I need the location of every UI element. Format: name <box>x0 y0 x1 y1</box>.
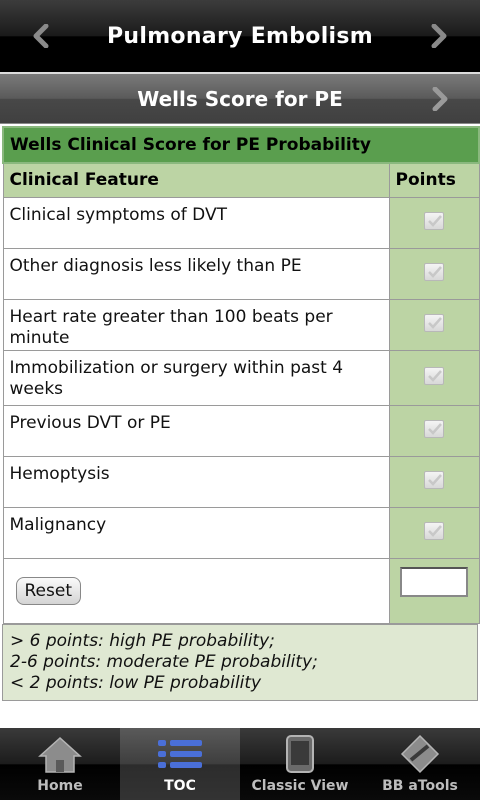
wells-score-table: Wells Clinical Score for PE Probability … <box>1 126 480 624</box>
tab-bb-atools[interactable]: BB aTools <box>360 728 480 800</box>
checkbox[interactable] <box>424 470 444 489</box>
tab-label: Classic View <box>251 778 349 794</box>
checkbox[interactable] <box>424 262 444 281</box>
home-icon <box>36 734 84 774</box>
points-cell <box>388 349 480 406</box>
interpretation-line: > 6 points: high PE probability; <box>10 630 275 651</box>
page-title: Pulmonary Embolism <box>106 23 374 49</box>
points-cell <box>388 196 480 249</box>
feature-label: Clinical symptoms of DVT <box>2 196 390 249</box>
feature-label: Previous DVT or PE <box>2 404 390 457</box>
tab-toc[interactable]: TOC <box>120 728 240 800</box>
checkbox[interactable] <box>424 313 444 332</box>
score-field[interactable] <box>400 566 468 597</box>
feature-label: Immobilization or surgery within past 4 … <box>2 349 390 406</box>
feature-label: Heart rate greater than 100 beats per mi… <box>2 298 390 351</box>
interpretation-line: < 2 points: low PE probability <box>10 672 262 693</box>
points-cell <box>388 506 480 559</box>
tab-label: TOC <box>164 778 196 794</box>
calculator: Wells Clinical Score for PE Probability … <box>1 126 480 701</box>
checkbox[interactable] <box>424 366 444 385</box>
column-header-feature: Clinical Feature <box>2 162 390 198</box>
section-title: Wells Score for PE <box>137 86 343 111</box>
reset-cell: Reset <box>2 557 390 624</box>
points-cell <box>388 298 480 351</box>
forward-arrow-icon[interactable] <box>426 22 452 50</box>
list-icon <box>154 734 206 774</box>
checkbox[interactable] <box>424 419 444 438</box>
bottom-tab-bar: Home TOC Classic View BB aTools <box>0 728 480 800</box>
column-header-points: Points <box>388 162 480 198</box>
tab-label: Home <box>37 778 83 794</box>
tab-home[interactable]: Home <box>0 728 120 800</box>
points-cell <box>388 404 480 457</box>
chevron-right-icon[interactable] <box>428 86 452 112</box>
back-arrow-icon[interactable] <box>28 22 54 50</box>
phone-icon <box>282 734 318 774</box>
tab-label: BB aTools <box>382 778 458 794</box>
tools-icon <box>398 734 442 774</box>
reset-button[interactable]: Reset <box>15 576 81 605</box>
feature-label: Malignancy <box>2 506 390 559</box>
checkbox[interactable] <box>424 211 444 230</box>
section-bar[interactable]: Wells Score for PE <box>0 74 480 124</box>
checkbox[interactable] <box>424 521 444 540</box>
tab-classic-view[interactable]: Classic View <box>240 728 360 800</box>
points-cell <box>388 247 480 300</box>
title-bar: Pulmonary Embolism <box>0 0 480 72</box>
total-points-cell <box>388 557 480 624</box>
interpretation-line: 2-6 points: moderate PE probability; <box>10 651 318 672</box>
interpretation-box: > 6 points: high PE probability; 2-6 poi… <box>2 623 478 701</box>
feature-label: Hemoptysis <box>2 455 390 508</box>
table-caption: Wells Clinical Score for PE Probability <box>1 126 480 164</box>
feature-label: Other diagnosis less likely than PE <box>2 247 390 300</box>
points-cell <box>388 455 480 508</box>
